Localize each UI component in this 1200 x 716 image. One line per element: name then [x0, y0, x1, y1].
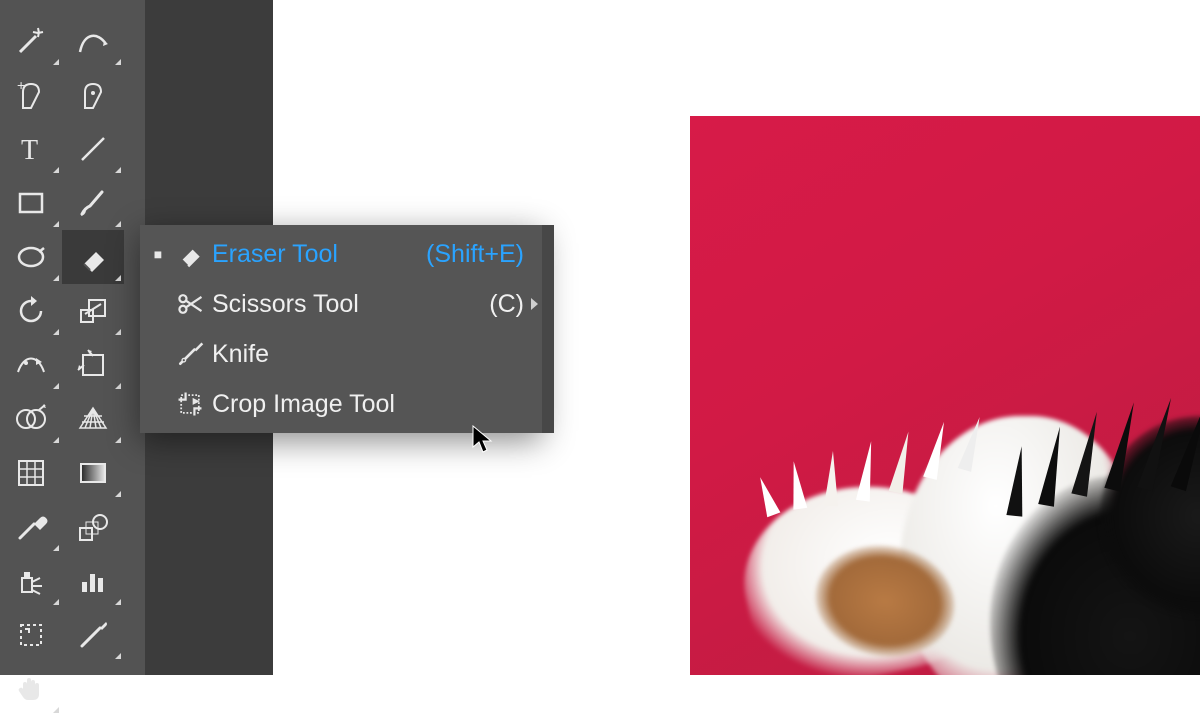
add-anchor-pen-icon: + — [14, 78, 48, 112]
tool-artboard[interactable] — [0, 608, 62, 662]
tool-blend[interactable] — [62, 500, 124, 554]
perspective-grid-icon — [76, 402, 110, 436]
eraser-tool-flyout: ■ Eraser Tool (Shift+E) Scissors Tool (C… — [140, 225, 542, 433]
blend-icon — [76, 510, 110, 544]
tool-symbol-sprayer[interactable] — [0, 554, 62, 608]
tool-column-graph[interactable] — [62, 554, 124, 608]
hand-icon — [14, 672, 48, 706]
tool-paintbrush[interactable] — [62, 176, 124, 230]
tool-delete-anchor-pen[interactable] — [62, 68, 124, 122]
paintbrush-icon — [76, 186, 110, 220]
scale-icon — [76, 294, 110, 328]
shaper-icon — [14, 240, 48, 274]
tool-free-transform[interactable] — [62, 338, 124, 392]
width-icon — [14, 348, 48, 382]
flyout-item-label: Knife — [212, 340, 510, 369]
flyout-item-label: Eraser Tool — [212, 240, 412, 269]
toolbar: + T — [0, 0, 145, 675]
tool-shape-builder[interactable] — [0, 392, 62, 446]
tool-shaper[interactable] — [0, 230, 62, 284]
scissors-icon — [168, 289, 212, 319]
tool-mesh[interactable] — [0, 446, 62, 500]
svg-text:+: + — [17, 78, 25, 93]
tool-line-segment[interactable] — [62, 122, 124, 176]
rectangle-icon — [14, 186, 48, 220]
flyout-check-icon: ■ — [148, 246, 168, 262]
tool-rotate[interactable] — [0, 284, 62, 338]
submenu-arrow-icon — [531, 298, 538, 310]
symbol-sprayer-icon — [14, 564, 48, 598]
tool-magic-wand[interactable] — [0, 14, 62, 68]
tool-eraser[interactable] — [62, 230, 124, 284]
crop-icon — [168, 389, 212, 419]
tool-slice[interactable] — [62, 608, 124, 662]
slice-icon — [76, 618, 110, 652]
line-segment-icon — [76, 132, 110, 166]
tool-hand[interactable] — [0, 662, 62, 716]
free-transform-icon — [76, 348, 110, 382]
eraser-icon — [76, 240, 110, 274]
tool-gradient[interactable] — [62, 446, 124, 500]
tool-scale[interactable] — [62, 284, 124, 338]
svg-text:T: T — [21, 135, 38, 166]
eyedropper-icon — [14, 510, 48, 544]
eraser-icon — [168, 239, 212, 269]
tool-rectangle[interactable] — [0, 176, 62, 230]
tool-eyedropper[interactable] — [0, 500, 62, 554]
artboard-icon — [14, 618, 48, 652]
flyout-item-shortcut: (C) — [489, 290, 524, 319]
tool-type[interactable]: T — [0, 122, 62, 176]
tool-width[interactable] — [0, 338, 62, 392]
column-graph-icon — [76, 564, 110, 598]
flyout-item-scissors[interactable]: Scissors Tool (C) — [140, 279, 542, 329]
tool-curvature[interactable] — [62, 14, 124, 68]
magic-wand-icon — [14, 24, 48, 58]
flyout-item-shortcut: (Shift+E) — [426, 240, 524, 269]
gradient-icon — [76, 456, 110, 490]
pen-icon — [76, 78, 110, 112]
tool-empty — [62, 662, 124, 716]
tool-perspective-grid[interactable] — [62, 392, 124, 446]
curvature-icon — [76, 24, 110, 58]
rotate-icon — [14, 294, 48, 328]
type-icon: T — [14, 132, 48, 166]
canvas-image[interactable] — [690, 116, 1200, 675]
knife-icon — [168, 339, 212, 369]
flyout-item-knife[interactable]: Knife — [140, 329, 542, 379]
flyout-item-label: Scissors Tool — [212, 290, 475, 319]
mesh-icon — [14, 456, 48, 490]
flyout-item-eraser[interactable]: ■ Eraser Tool (Shift+E) — [140, 229, 542, 279]
flyout-item-crop[interactable]: Crop Image Tool — [140, 379, 542, 429]
flyout-drag-strip[interactable] — [542, 225, 554, 433]
flyout-item-label: Crop Image Tool — [212, 390, 510, 419]
shape-builder-icon — [14, 402, 48, 436]
tool-add-anchor-pen[interactable]: + — [0, 68, 62, 122]
